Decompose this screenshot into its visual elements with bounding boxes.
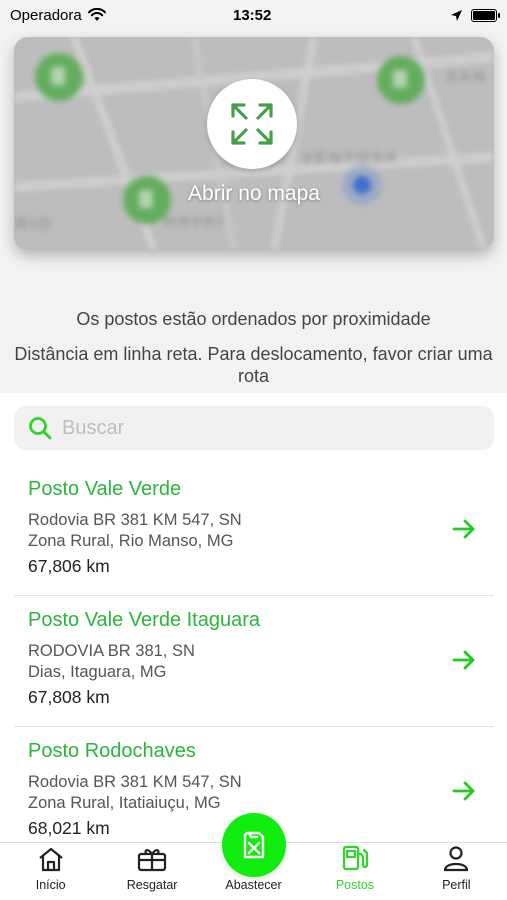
tab-label: Perfil: [442, 878, 471, 892]
station-distance: 67,808 km: [28, 687, 110, 707]
home-icon: [39, 847, 63, 872]
status-right: [450, 8, 500, 22]
open-map-label[interactable]: Abrir no mapa: [14, 182, 494, 206]
station-address-line1: Rodovia BR 381 KM 547, SN: [28, 773, 242, 791]
map-preview[interactable]: VENTOSA HAVAÍ RIO SAN Abrir no mapa: [14, 37, 494, 250]
tab-label: Postos: [335, 878, 375, 892]
fuel-icon: [243, 831, 265, 859]
arrow-right-icon[interactable]: [451, 778, 477, 804]
station-address: RODOVIA BR 381, SN Dias, Itaguara, MG: [28, 641, 195, 683]
station-address: Rodovia BR 381 KM 547, SN Zona Rural, It…: [28, 772, 242, 814]
arrow-right-icon[interactable]: [451, 647, 477, 673]
expand-map-button[interactable]: [207, 79, 297, 169]
station-list-area: Posto Vale Verde Rodovia BR 381 KM 547, …: [0, 393, 507, 843]
sorting-info: Os postos estão ordenados por proximidad…: [0, 308, 507, 387]
tab-label: Abastecer: [225, 878, 282, 892]
carrier-label: Operadora: [10, 6, 82, 24]
status-left: Operadora: [10, 7, 106, 24]
station-name: Posto Rodochaves: [28, 740, 196, 762]
tab-label: Início: [35, 878, 66, 892]
station-address-line1: Rodovia BR 381 KM 547, SN: [28, 511, 242, 529]
station-address-line2: Zona Rural, Itatiaiuçu, MG: [28, 794, 221, 812]
station-address-line2: Dias, Itaguara, MG: [28, 663, 167, 681]
person-icon: [444, 846, 469, 872]
station-distance: 67,806 km: [28, 556, 110, 576]
sorting-info-line1: Os postos estão ordenados por proximidad…: [76, 309, 431, 329]
sorting-info-line2: Distância em linha reta. Para deslocamen…: [14, 344, 493, 386]
search-icon: [29, 417, 52, 440]
tab-label: Resgatar: [126, 878, 178, 892]
expand-icon: [231, 103, 273, 145]
tab-postos[interactable]: Postos: [304, 843, 405, 900]
clock: 13:52: [233, 6, 272, 24]
wifi-icon: [87, 8, 106, 21]
location-arrow-icon: [451, 9, 462, 21]
station-address: Rodovia BR 381 KM 547, SN Zona Rural, Ri…: [28, 510, 242, 552]
station-distance: 68,021 km: [28, 818, 110, 838]
station-name: Posto Vale Verde: [28, 478, 182, 500]
abastecer-fab-button[interactable]: [222, 813, 286, 877]
battery-icon: [471, 8, 500, 22]
tab-inicio[interactable]: Início: [0, 843, 101, 900]
battery-fill: [473, 10, 495, 20]
gas-station-icon: [342, 845, 369, 871]
search-input[interactable]: [62, 416, 462, 440]
search-bar[interactable]: [14, 406, 494, 450]
station-item[interactable]: Posto Vale Verde Itaguara RODOVIA BR 381…: [14, 597, 494, 727]
station-address-line2: Zona Rural, Rio Manso, MG: [28, 532, 234, 550]
tab-perfil[interactable]: Perfil: [406, 843, 507, 900]
status-bar: Operadora 13:52: [0, 0, 507, 30]
station-address-line1: RODOVIA BR 381, SN: [28, 642, 195, 660]
screen: Operadora 13:52 VENTOSA HAVAÍ RIO SAN Ab…: [0, 0, 507, 900]
station-item[interactable]: Posto Vale Verde Rodovia BR 381 KM 547, …: [14, 466, 494, 596]
station-name: Posto Vale Verde Itaguara: [28, 609, 261, 631]
tab-resgatar[interactable]: Resgatar: [101, 843, 202, 900]
gift-icon: [138, 849, 167, 872]
arrow-right-icon[interactable]: [451, 516, 477, 542]
